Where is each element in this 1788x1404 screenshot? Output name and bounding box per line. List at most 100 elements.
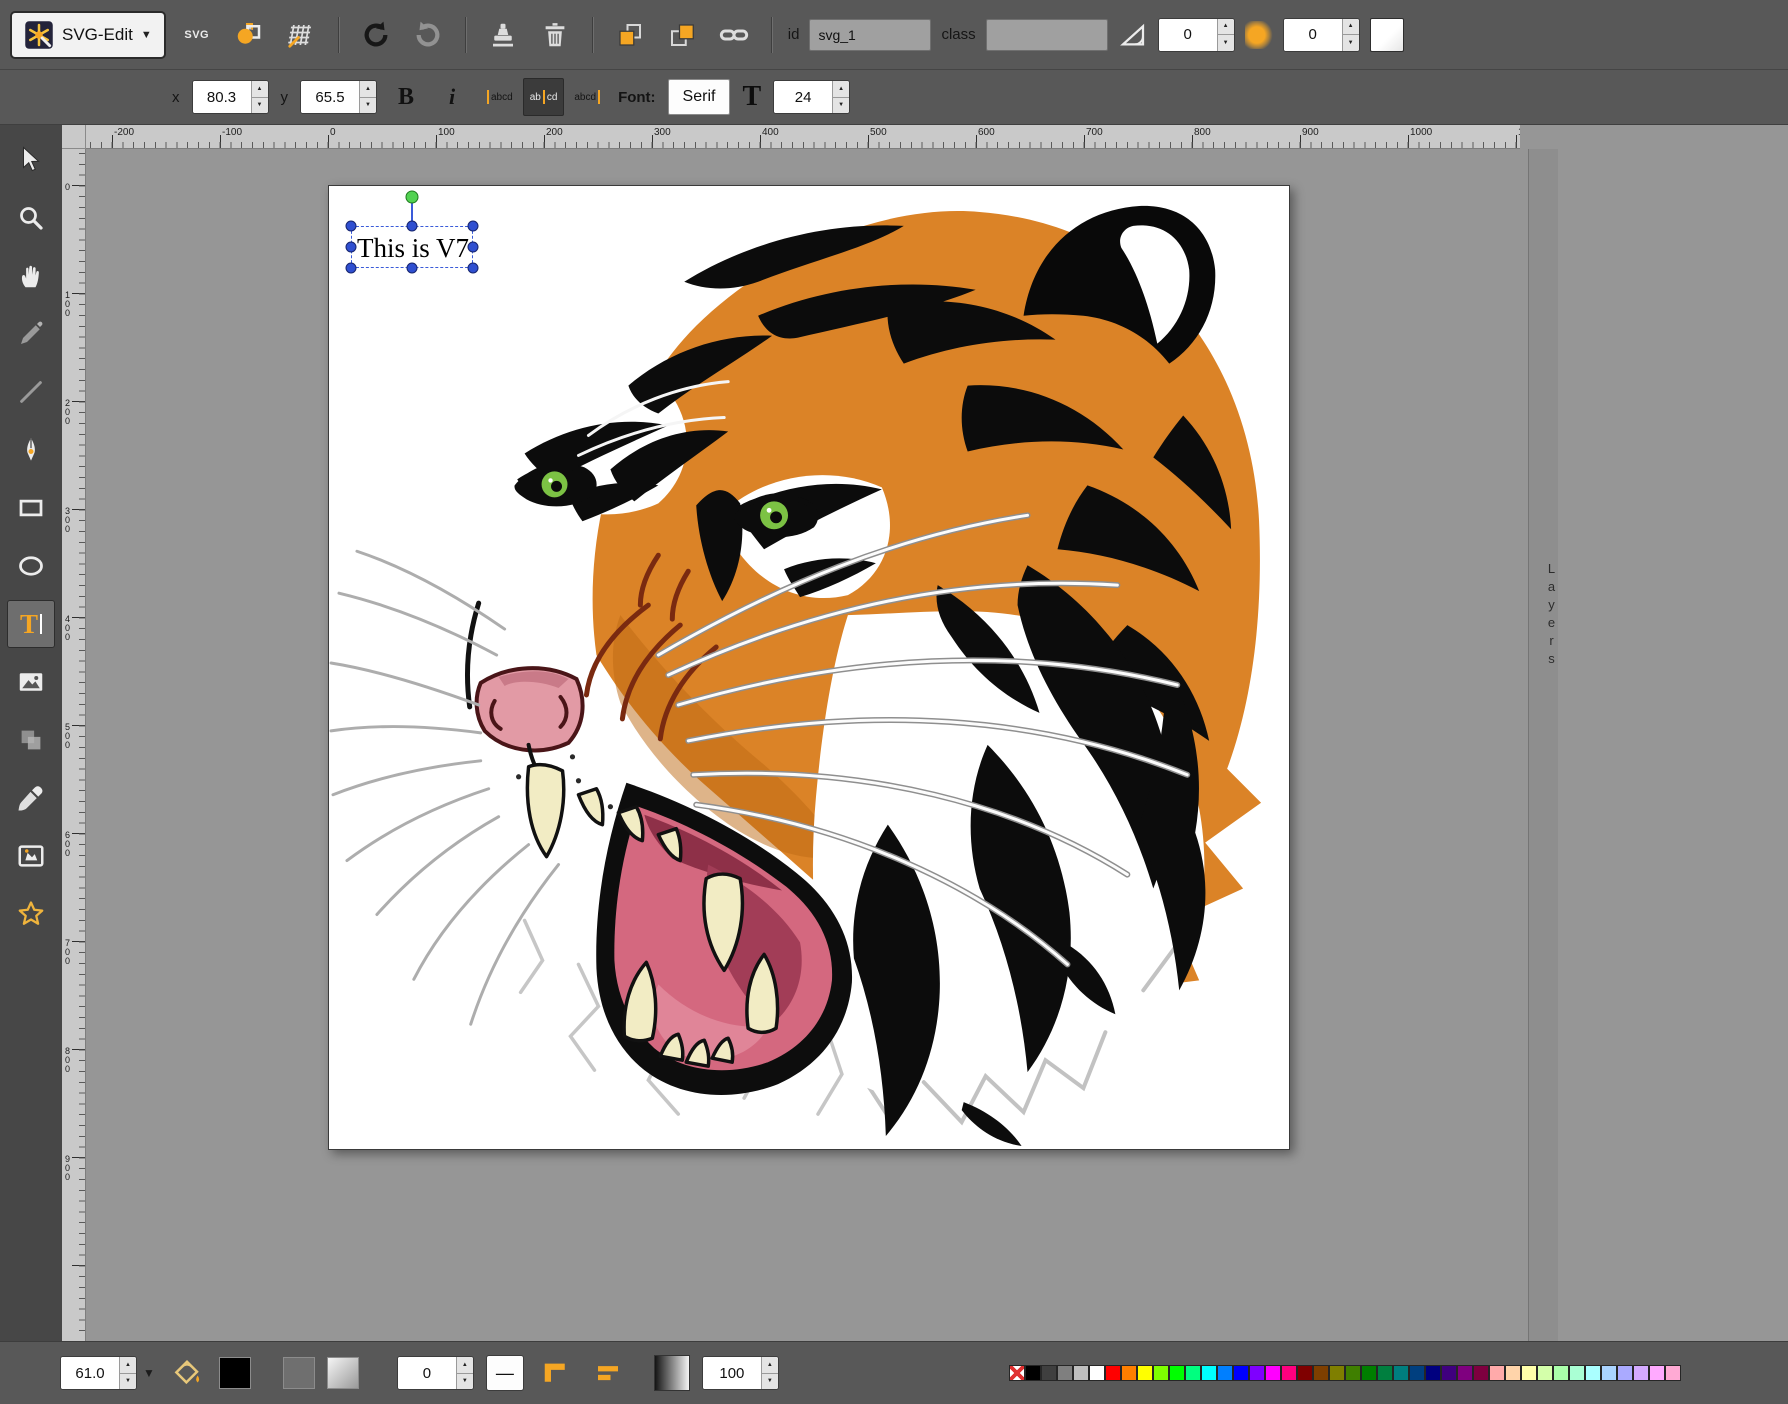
font-size-input[interactable] [774,81,832,113]
stroke-gradient-swatch[interactable] [327,1357,359,1389]
text-anchor-end-button[interactable]: abcd [568,78,606,116]
palette-swatch[interactable] [1441,1365,1457,1381]
editor-preferences-button[interactable] [280,14,322,56]
stroke-dash-select[interactable]: — [486,1355,524,1391]
document-properties-button[interactable] [228,14,270,56]
eyedropper-tool-button[interactable] [7,774,55,822]
undo-button[interactable] [355,14,397,56]
path-tool-button[interactable] [7,426,55,474]
star-tool-button[interactable] [7,890,55,938]
spinner-up-icon[interactable]: ▲ [360,81,376,98]
pencil-tool-button[interactable] [7,310,55,358]
selection-handle-n[interactable] [407,221,418,232]
palette-swatch[interactable] [1489,1365,1505,1381]
svg-canvas[interactable]: This is V7 [328,185,1290,1150]
clone-tool-button[interactable] [7,716,55,764]
palette-swatch[interactable] [1521,1365,1537,1381]
palette-swatch[interactable] [1073,1365,1089,1381]
clone-button[interactable] [482,14,524,56]
palette-swatch[interactable] [1345,1365,1361,1381]
palette-swatch[interactable] [1153,1365,1169,1381]
spinner-down-icon[interactable]: ▼ [1343,35,1359,51]
opacity-input[interactable] [703,1357,761,1389]
spinner-up-icon[interactable]: ▲ [1218,19,1234,36]
selection-handle-nw[interactable] [346,221,357,232]
color-picker-button[interactable] [1370,18,1404,52]
palette-swatch[interactable] [1169,1365,1185,1381]
palette-swatch[interactable] [1025,1365,1041,1381]
zoom-input[interactable] [61,1357,119,1389]
spinner-up-icon[interactable]: ▲ [120,1357,136,1374]
text-tool-button[interactable]: T [7,600,55,648]
spinner-up-icon[interactable]: ▲ [1343,19,1359,36]
move-to-top-button[interactable] [661,14,703,56]
palette-swatch[interactable] [1425,1365,1441,1381]
palette-swatch[interactable] [1233,1365,1249,1381]
blur-input[interactable] [1284,19,1342,51]
tiger-artwork[interactable] [329,186,1289,1149]
palette-swatch[interactable] [1057,1365,1073,1381]
spinner-up-icon[interactable]: ▲ [762,1357,778,1374]
element-class-input[interactable] [986,19,1108,51]
line-tool-button[interactable] [7,368,55,416]
selection-handle-w[interactable] [346,242,357,253]
palette-swatch[interactable] [1041,1365,1057,1381]
zoom-tool-button[interactable] [7,194,55,242]
palette-swatch[interactable] [1665,1365,1681,1381]
palette-swatch[interactable] [1457,1365,1473,1381]
palette-swatch[interactable] [1473,1365,1489,1381]
fill-color-swatch[interactable] [219,1357,251,1389]
spinner-down-icon[interactable]: ▼ [360,98,376,114]
ellipse-tool-button[interactable] [7,542,55,590]
select-tool-button[interactable] [7,136,55,184]
spinner-down-icon[interactable]: ▼ [762,1374,778,1390]
linecap-button[interactable] [588,1353,628,1393]
pan-tool-button[interactable] [7,252,55,300]
rotate-grip[interactable] [406,191,419,204]
spinner-down-icon[interactable]: ▼ [120,1374,136,1390]
palette-swatch[interactable] [1185,1365,1201,1381]
palette-swatch[interactable] [1617,1365,1633,1381]
spinner-down-icon[interactable]: ▼ [833,98,849,114]
palette-swatch[interactable] [1121,1365,1137,1381]
shape-library-button[interactable] [7,832,55,880]
palette-swatch-none[interactable] [1009,1365,1025,1381]
spinner-down-icon[interactable]: ▼ [252,98,268,114]
palette-swatch[interactable] [1217,1365,1233,1381]
bold-button[interactable]: B [389,77,423,117]
fill-tool-button[interactable] [167,1353,207,1393]
palette-swatch[interactable] [1089,1365,1105,1381]
make-link-button[interactable] [713,14,755,56]
layers-panel-toggle[interactable]: Layers [1528,149,1558,1341]
text-anchor-start-button[interactable]: abcd [481,78,519,116]
palette-swatch[interactable] [1105,1365,1121,1381]
palette-swatch[interactable] [1505,1365,1521,1381]
main-menu-button[interactable]: SVG-Edit ▼ [10,11,166,59]
palette-swatch[interactable] [1553,1365,1569,1381]
spinner-up-icon[interactable]: ▲ [457,1357,473,1374]
palette-swatch[interactable] [1201,1365,1217,1381]
spinner-up-icon[interactable]: ▲ [833,81,849,98]
element-id-input[interactable] [809,19,931,51]
palette-swatch[interactable] [1249,1365,1265,1381]
palette-swatch[interactable] [1585,1365,1601,1381]
palette-swatch[interactable] [1281,1365,1297,1381]
font-family-button[interactable]: Serif [668,79,731,115]
palette-swatch[interactable] [1377,1365,1393,1381]
italic-button[interactable]: i [435,77,469,117]
spinner-up-icon[interactable]: ▲ [252,81,268,98]
linejoin-button[interactable] [536,1353,576,1393]
palette-swatch[interactable] [1265,1365,1281,1381]
angle-input[interactable] [1159,19,1217,51]
palette-swatch[interactable] [1137,1365,1153,1381]
stroke-width-input[interactable] [398,1357,456,1389]
image-tool-button[interactable] [7,658,55,706]
palette-swatch[interactable] [1649,1365,1665,1381]
palette-swatch[interactable] [1313,1365,1329,1381]
source-editor-button[interactable]: SVG [176,14,218,56]
x-input[interactable] [193,81,251,113]
y-input[interactable] [301,81,359,113]
palette-swatch[interactable] [1361,1365,1377,1381]
palette-swatch[interactable] [1633,1365,1649,1381]
opacity-gradient-swatch[interactable] [654,1355,690,1391]
